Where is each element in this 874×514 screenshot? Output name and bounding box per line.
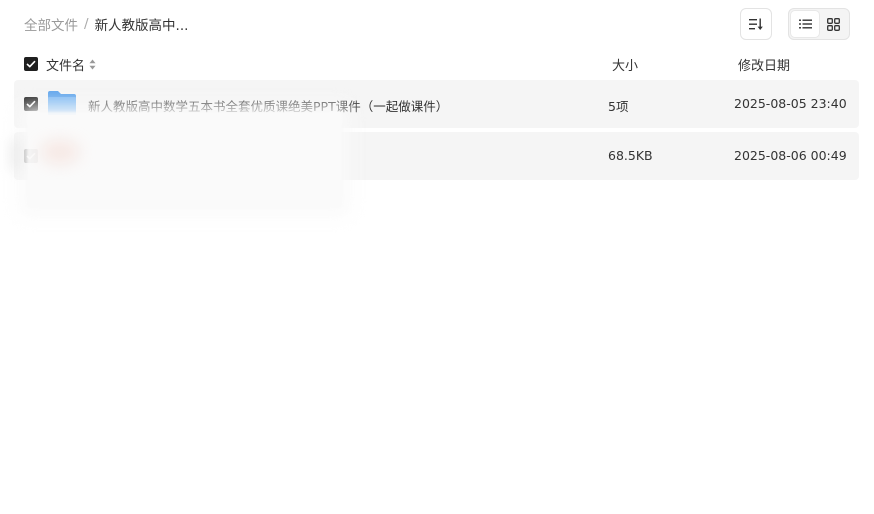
list-view-icon	[798, 19, 812, 29]
column-header-name[interactable]: 文件名	[46, 55, 96, 74]
sort-lines-icon	[749, 18, 763, 30]
breadcrumb: 全部文件 / 新人教版高中...	[24, 14, 189, 34]
breadcrumb-separator: /	[84, 16, 89, 32]
column-header-date[interactable]: 修改日期	[738, 55, 790, 74]
column-header-name-label: 文件名	[46, 59, 86, 74]
sort-updown-icon[interactable]	[89, 59, 96, 70]
file-size: 5项	[608, 99, 629, 114]
list-view-button[interactable]	[791, 11, 819, 37]
view-toggle	[788, 8, 850, 40]
list-header: 文件名 大小 修改日期	[24, 54, 859, 74]
select-all-checkbox[interactable]	[24, 57, 38, 71]
breadcrumb-current: 新人教版高中...	[94, 18, 189, 34]
checkmark-icon	[26, 100, 36, 108]
file-date: 2025-08-06 00:49	[734, 148, 847, 163]
redaction-blur-spot	[40, 140, 80, 164]
file-browser: 全部文件 / 新人教版高中... 文件名 大小 修改日期 新人教版高中数学五本书…	[0, 0, 874, 514]
checkmark-icon	[26, 60, 36, 68]
breadcrumb-root[interactable]: 全部文件	[24, 14, 78, 34]
column-header-size[interactable]: 大小	[612, 55, 638, 74]
grid-view-button[interactable]	[819, 11, 847, 37]
sort-button[interactable]	[740, 8, 772, 40]
file-date: 2025-08-05 23:40	[734, 96, 847, 111]
row-checkbox[interactable]	[24, 97, 38, 111]
file-size: 68.5KB	[608, 148, 653, 163]
grid-view-icon	[826, 17, 840, 31]
